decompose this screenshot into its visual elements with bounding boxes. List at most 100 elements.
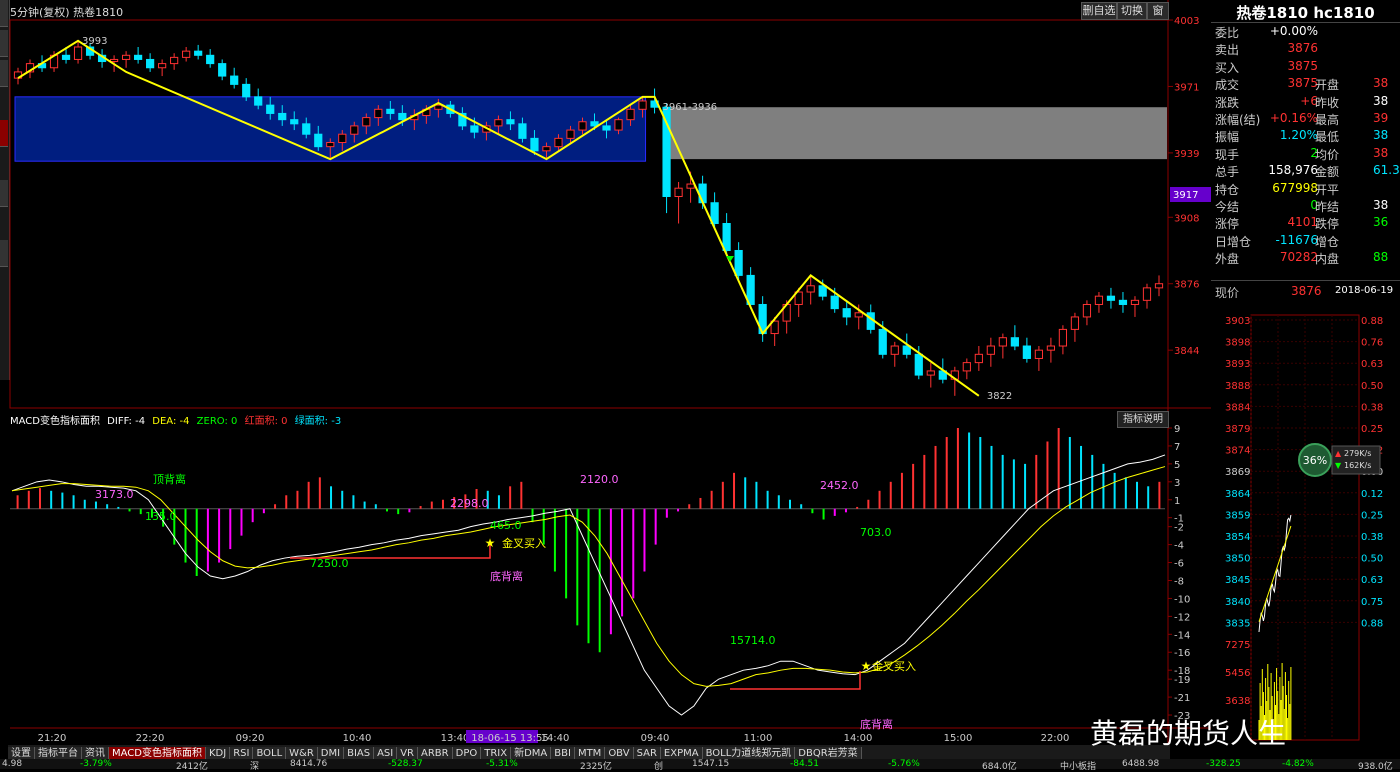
quote-label: 涨幅(结) — [1215, 113, 1261, 127]
quote-value: 158,976 — [1268, 163, 1318, 178]
candle-body — [254, 96, 263, 106]
macd-y-tick: -8 — [1174, 576, 1184, 587]
resistance-box — [668, 107, 1167, 160]
candle-body — [602, 125, 611, 131]
mini-pct-tick: 0.76 — [1361, 338, 1383, 349]
quote-row: 振幅 1.20% 最低 38 — [1215, 128, 1400, 145]
ticker-item: -328.25 — [1206, 759, 1241, 769]
peak-marker-icon — [726, 256, 734, 262]
quote-label-2: 均价 — [1315, 147, 1340, 162]
quote-row: 涨幅(结) +0.16% 最高 39 — [1215, 111, 1400, 128]
candle-body — [326, 142, 335, 148]
x-tick-label: 09:40 — [641, 733, 670, 744]
quote-row: 成交 3875 开盘 38 — [1215, 76, 1400, 93]
x-tick-label: 22:20 — [136, 733, 165, 744]
candle-body — [134, 54, 143, 60]
quote-label: 外盘 — [1215, 252, 1240, 267]
x-tick-label: 13:40 — [441, 733, 470, 744]
quote-value-2: 38 — [1373, 128, 1389, 143]
quote-row: 涨停 4101 跌停 36 — [1215, 215, 1400, 232]
quote-row: 现手 2 均价 38 — [1215, 146, 1400, 163]
candle-body — [1130, 299, 1140, 305]
mini-y-tick: 3903 — [1225, 316, 1250, 327]
mini-pct-tick: 0.75 — [1361, 597, 1383, 608]
macd-annotation: 顶背离 — [153, 472, 186, 486]
legend-zero: ZERO: 0 — [196, 416, 238, 427]
quote-value-2: 36 — [1373, 215, 1389, 230]
mini-y-tick: 3869 — [1225, 467, 1250, 478]
candle-body — [710, 202, 719, 224]
candle-body — [434, 104, 443, 110]
quote-row: 涨跌 +6 昨收 38 — [1215, 94, 1400, 111]
candle-body — [686, 183, 695, 189]
candle-body — [109, 58, 119, 63]
legend-red-area: 红面积: 0 — [244, 416, 288, 427]
macd-annotation: 金叉买入 — [502, 536, 546, 550]
macd-y-tick: -19 — [1174, 675, 1190, 686]
macd-y-tick: -14 — [1174, 630, 1190, 641]
intraday-avg-line — [1258, 525, 1292, 622]
macd-legend: MACD变色指标面积 DIFF: -4 DEA: -4 ZERO: 0 红面积:… — [10, 412, 345, 427]
quote-value-2: 38 — [1373, 198, 1389, 212]
macd-annotation: 金叉买入 — [872, 659, 916, 673]
candle-body — [542, 146, 551, 152]
candle-body — [1022, 345, 1031, 359]
candle-body — [566, 129, 575, 139]
candle-body — [986, 345, 995, 355]
macd-annotation: 3173.0 — [95, 488, 134, 501]
window-button[interactable]: 窗 — [1147, 2, 1169, 20]
candle-body — [926, 370, 935, 376]
price-y-tick: 3908 — [1174, 213, 1199, 224]
mini-vol-tick: 7275 — [1225, 640, 1250, 651]
quote-value-2: 61.3 — [1373, 163, 1400, 178]
x-tick-label: 14:40 — [541, 733, 570, 744]
mini-y-tick: 3874 — [1225, 446, 1250, 457]
intraday-mini-chart[interactable]: 3903 0.88 3898 0.76 3893 0.63 3888 0.50 3884 0.38… — [1211, 305, 1400, 745]
ticker-item: 8414.76 — [290, 759, 328, 769]
candle-body — [1118, 299, 1128, 305]
quote-row: 委比 +0.00% — [1215, 24, 1400, 41]
switch-button[interactable]: 切换 — [1117, 2, 1147, 20]
macd-y-tick: -10 — [1174, 594, 1190, 605]
quote-value-2: 38 — [1373, 145, 1389, 160]
svg-text:▲: ▲ — [1335, 449, 1342, 458]
mini-y-tick: 3898 — [1225, 338, 1250, 349]
candle-body — [506, 119, 515, 125]
mini-y-tick: 3835 — [1225, 618, 1250, 629]
mini-pct-tick: 0.63 — [1361, 359, 1383, 370]
candle-body — [158, 63, 167, 69]
mini-pct-tick: 0.25 — [1361, 424, 1383, 435]
macd-y-tick: 3 — [1174, 478, 1180, 489]
chart-title: 5分钟(复权) 热卷1810 — [10, 6, 124, 19]
ticker-item: -3.79% — [80, 759, 112, 769]
x-tick-label: 11:00 — [744, 733, 773, 744]
mini-pct-tick: 0.38 — [1361, 402, 1383, 413]
macd-annotation: 底背离 — [860, 717, 893, 731]
candle-body — [1154, 283, 1164, 289]
mini-y-tick: 3888 — [1225, 381, 1250, 392]
macd-annotation: 底背离 — [490, 569, 523, 583]
candle-body — [674, 187, 683, 198]
quote-label: 总手 — [1215, 165, 1240, 180]
quote-row: 持仓 677998 开平 — [1215, 181, 1400, 198]
candle-body — [1010, 337, 1019, 347]
candle-body — [1106, 295, 1116, 301]
candle-body — [578, 121, 587, 131]
mini-y-tick: 3859 — [1225, 510, 1250, 521]
ticker-item: 938.0亿 — [1358, 762, 1393, 772]
mini-y-tick: 3893 — [1225, 359, 1250, 370]
indicator-help-button[interactable]: 指标说明 — [1117, 411, 1169, 428]
candle-body — [638, 100, 647, 110]
x-tick-label: 15:00 — [944, 733, 973, 744]
quote-label: 委比 — [1215, 26, 1240, 40]
high-annotation: 3993 — [82, 36, 107, 47]
quote-label: 今结 — [1215, 200, 1240, 214]
quote-value: +0.16% — [1269, 111, 1318, 125]
candle-body — [170, 56, 179, 65]
remove-watchlist-button[interactable]: 删自选 — [1081, 2, 1117, 20]
main-chart[interactable]: 39933961-39363822 4003397139393908387638… — [0, 0, 1211, 745]
candle-body — [530, 137, 539, 152]
quote-row: 今结 0 昨结 38 — [1215, 198, 1400, 215]
candle-body — [878, 328, 887, 355]
quote-label-2: 最高 — [1315, 113, 1340, 127]
